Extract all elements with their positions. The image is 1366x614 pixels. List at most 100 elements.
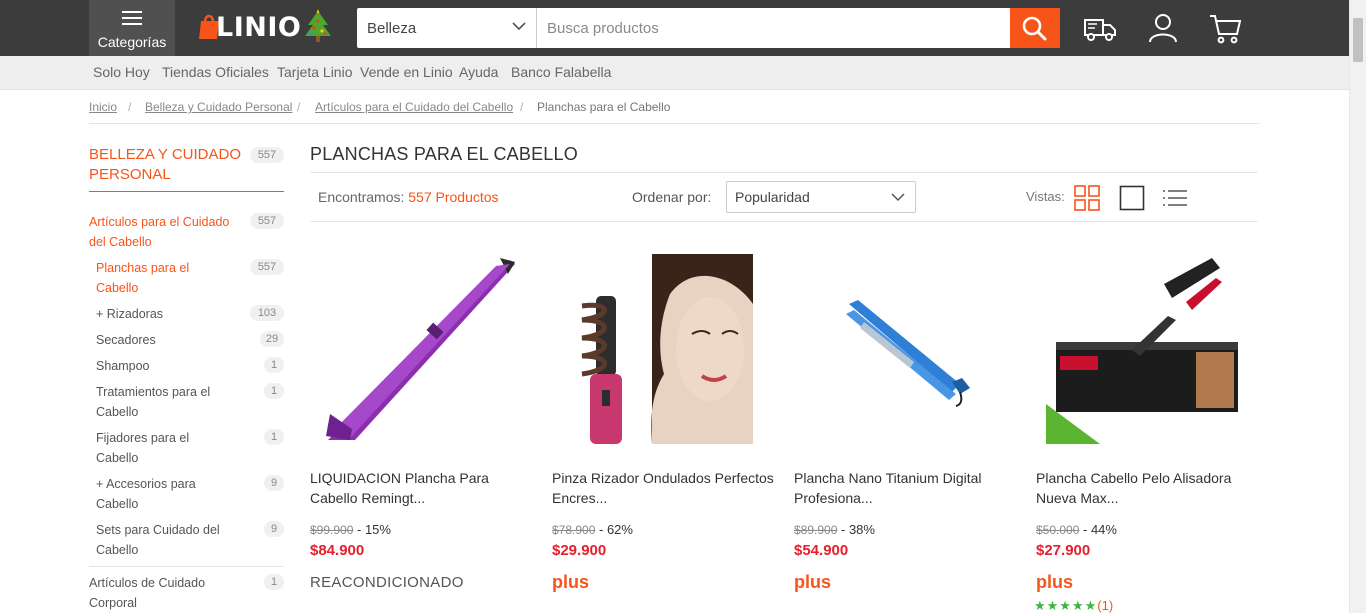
christmas-tree-icon [305, 9, 331, 42]
old-price-value: $89.900 [794, 523, 838, 537]
rating-stars[interactable]: ★★★★★(1) [1034, 598, 1113, 614]
product-name[interactable]: Plancha Nano Titanium Digital Profesiona… [794, 468, 1016, 508]
search-bar: Belleza [357, 8, 1060, 48]
count-badge: 1 [264, 574, 284, 590]
sidebar-divider [89, 566, 284, 567]
single-view-icon[interactable] [1119, 185, 1145, 211]
sort-value: Popularidad [735, 189, 810, 205]
sidebar-title-divider [89, 191, 284, 192]
breadcrumb-separator: / [297, 100, 301, 114]
search-icon [1022, 16, 1047, 41]
sidebar-item-accesorios[interactable]: + Accesorios para Cabello [96, 474, 211, 514]
views-label: Vistas: [1026, 189, 1065, 204]
sidebar-item-fijadores[interactable]: Fijadores para el Cabello [96, 428, 206, 468]
scrollbar-thumb[interactable] [1353, 18, 1363, 62]
sidebar-item-planchas[interactable]: Planchas para el Cabello [96, 258, 226, 298]
logo-text: LINIO [216, 12, 302, 43]
sort-select[interactable]: Popularidad [726, 181, 916, 213]
plus-badge: plus [1036, 572, 1074, 592]
old-price-value: $78.900 [552, 523, 596, 537]
chevron-down-icon [512, 22, 526, 31]
count-badge: 1 [264, 383, 284, 399]
product-name[interactable]: Pinza Rizador Ondulados Perfectos Encres… [552, 468, 774, 508]
product-old-price: $99.900 - 15% [310, 522, 391, 537]
discount-value: - 62% [599, 522, 633, 537]
category-count-badge: 557 [250, 147, 284, 163]
breadcrumb-inicio[interactable]: Inicio [89, 100, 117, 114]
top-header: Categorías LINIO Belleza [0, 0, 1366, 56]
product-price: $29.900 [552, 542, 607, 559]
breadcrumb-separator: / [520, 100, 524, 114]
product-name[interactable]: Plancha Cabello Pelo Alisadora Nueva Max… [1036, 468, 1258, 508]
count-badge: 29 [260, 331, 284, 347]
sidebar-item-sets[interactable]: Sets para Cuidado del Cabello [96, 520, 226, 560]
product-old-price: $89.900 - 38% [794, 522, 875, 537]
breadcrumb-cuidado-cabello[interactable]: Artículos para el Cuidado del Cabello [315, 100, 513, 114]
product-card[interactable]: Plancha Cabello Pelo Alisadora Nueva Max… [1034, 240, 1258, 614]
subnav-vende-en-linio[interactable]: Vende en Linio [360, 64, 453, 80]
sidebar-item-cuidado-corporal[interactable]: Artículos de Cuidado Corporal [89, 573, 214, 613]
list-view-icon[interactable] [1162, 185, 1188, 211]
breadcrumb-separator: / [128, 100, 132, 114]
product-condition-tag: REACONDICIONADO [310, 574, 464, 591]
sidebar-item-shampoo[interactable]: Shampoo [96, 356, 246, 376]
subnav-banco-falabella[interactable]: Banco Falabella [511, 64, 611, 80]
count-badge: 1 [264, 429, 284, 445]
search-category-value: Belleza [367, 20, 417, 37]
count-badge: 9 [264, 521, 284, 537]
product-price: $84.900 [310, 542, 365, 559]
chevron-down-icon [891, 193, 905, 202]
product-name[interactable]: LIQUIDACION Plancha Para Cabello Remingt… [310, 468, 532, 508]
product-old-price: $50.000 - 44% [1036, 522, 1117, 537]
count-badge: 557 [250, 213, 284, 229]
product-image-flat-iron-purple[interactable] [310, 254, 532, 444]
grid-view-icon[interactable] [1074, 185, 1100, 211]
page-scrollbar[interactable] [1349, 0, 1366, 613]
sidebar-item-rizadoras[interactable]: + Rizadoras [96, 304, 246, 324]
search-button[interactable] [1010, 8, 1060, 48]
count-badge: 1 [264, 357, 284, 373]
product-image-curling-iron-model[interactable] [552, 254, 774, 444]
delivery-truck-icon[interactable] [1082, 10, 1118, 46]
categories-button[interactable]: Categorías [89, 0, 175, 56]
product-image-maxi-hair-straightener[interactable] [1036, 254, 1258, 444]
sidebar-item-tratamientos[interactable]: Tratamientos para el Cabello [96, 382, 221, 422]
product-old-price: $78.900 - 62% [552, 522, 633, 537]
product-price: $27.900 [1036, 542, 1091, 559]
user-icon[interactable] [1145, 10, 1181, 46]
hamburger-icon [122, 11, 142, 29]
plus-badge: plus [552, 572, 590, 592]
results-toolbar: Encontramos: 557 Productos Ordenar por: … [310, 172, 1258, 222]
old-price-value: $99.900 [310, 523, 354, 537]
sidebar-category-title[interactable]: BELLEZA Y CUIDADO PERSONAL [89, 145, 249, 185]
product-card[interactable]: Pinza Rizador Ondulados Perfectos Encres… [552, 240, 774, 613]
sidebar-item-secadores[interactable]: Secadores [96, 330, 246, 350]
discount-value: - 38% [841, 522, 875, 537]
subnav-solo-hoy[interactable]: Solo Hoy [93, 64, 150, 80]
results-count: Encontramos: 557 Productos [318, 189, 499, 205]
count-badge: 557 [250, 259, 284, 275]
search-input[interactable] [538, 8, 1009, 48]
breadcrumb-current: Planchas para el Cabello [537, 100, 671, 114]
breadcrumb: Inicio / Belleza y Cuidado Personal / Ar… [89, 99, 1260, 124]
secondary-nav: Solo Hoy Tiendas Oficiales Tarjeta Linio… [0, 56, 1366, 90]
results-found-label: Encontramos: [318, 189, 405, 205]
subnav-tiendas-oficiales[interactable]: Tiendas Oficiales [162, 64, 269, 80]
discount-value: - 15% [357, 522, 391, 537]
subnav-tarjeta-linio[interactable]: Tarjeta Linio [277, 64, 353, 80]
page-title: PLANCHAS PARA EL CABELLO [310, 144, 578, 164]
rating-count: (1) [1097, 598, 1114, 613]
linio-logo[interactable]: LINIO [198, 10, 301, 44]
cart-icon[interactable] [1207, 10, 1243, 46]
product-image-nano-titanium-iron[interactable] [794, 254, 1016, 444]
sidebar-item-cuidado-cabello[interactable]: Artículos para el Cuidado del Cabello [89, 212, 239, 252]
product-card[interactable]: Plancha Nano Titanium Digital Profesiona… [794, 240, 1016, 613]
old-price-value: $50.000 [1036, 523, 1080, 537]
breadcrumb-belleza[interactable]: Belleza y Cuidado Personal [145, 100, 292, 114]
product-price: $54.900 [794, 542, 849, 559]
plus-badge: plus [794, 572, 832, 592]
search-category-select[interactable]: Belleza [357, 8, 537, 48]
subnav-ayuda[interactable]: Ayuda [459, 64, 498, 80]
star-rating-icons: ★★★★★ [1034, 598, 1098, 613]
product-card[interactable]: LIQUIDACION Plancha Para Cabello Remingt… [310, 240, 532, 613]
